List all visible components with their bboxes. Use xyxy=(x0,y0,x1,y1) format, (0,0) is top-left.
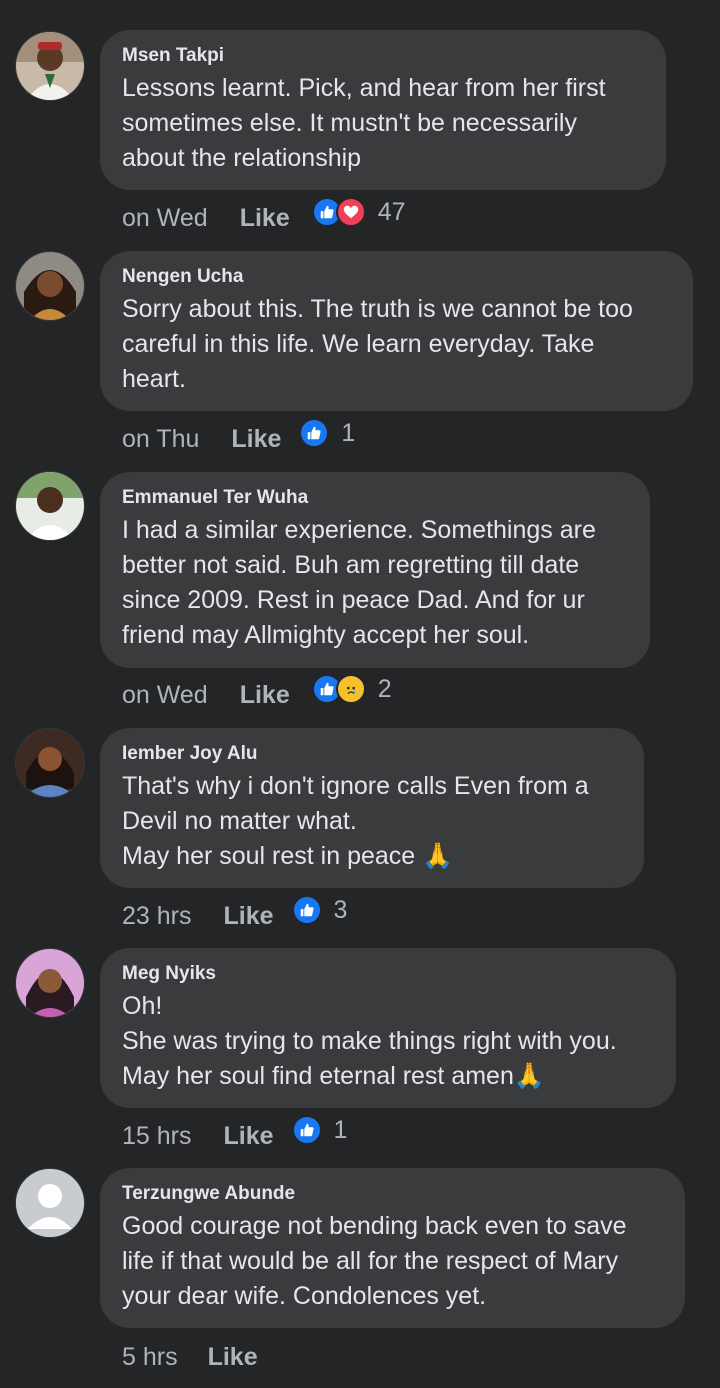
sad-reaction-icon xyxy=(335,674,366,704)
reaction-count: 2 xyxy=(377,674,392,703)
comment-bubble: Terzungwe Abunde Good courage not bendin… xyxy=(100,1168,685,1328)
reactions[interactable]: 1 xyxy=(291,1115,348,1145)
comment-actions: 15 hrs Like 1 xyxy=(122,1115,348,1156)
like-button[interactable]: Like xyxy=(208,1343,258,1372)
comment-text: Lessons learnt. Pick, and hear from her … xyxy=(122,74,606,172)
comment-bubble: Nengen Ucha Sorry about this. The truth … xyxy=(100,251,693,411)
comment-time[interactable]: 15 hrs xyxy=(122,1122,191,1151)
comment-time[interactable]: 5 hrs xyxy=(122,1343,178,1372)
avatar-photo xyxy=(16,32,84,100)
reactions[interactable]: 47 xyxy=(311,197,406,227)
comment-author[interactable]: Msen Takpi xyxy=(122,44,644,68)
reaction-count: 1 xyxy=(333,1115,348,1144)
comment-bubble: Emmanuel Ter Wuha I had a similar experi… xyxy=(100,472,650,668)
comment-text: I had a similar experience. Somethings a… xyxy=(122,516,596,649)
comment-author[interactable]: Nengen Ucha xyxy=(122,265,671,289)
like-button[interactable]: Like xyxy=(231,425,281,454)
avatar[interactable] xyxy=(16,729,84,797)
comment-time[interactable]: on Thu xyxy=(122,425,199,454)
comment-bubble: Iember Joy Alu That's why i don't ignore… xyxy=(100,728,644,888)
like-button[interactable]: Like xyxy=(223,902,273,931)
comment-time[interactable]: on Wed xyxy=(122,204,208,233)
like-reaction-icon xyxy=(291,1115,322,1145)
like-reaction-icon xyxy=(299,418,330,448)
like-button[interactable]: Like xyxy=(223,1122,273,1151)
avatar-photo xyxy=(16,472,84,540)
comment-actions: on Thu Like 1 xyxy=(122,418,355,459)
reactions[interactable]: 2 xyxy=(311,674,392,704)
reactions[interactable]: 3 xyxy=(291,895,348,925)
like-button[interactable]: Like xyxy=(240,204,290,233)
avatar[interactable] xyxy=(16,252,84,320)
comment-text: Oh! She was trying to make things right … xyxy=(122,992,617,1090)
default-avatar-icon xyxy=(16,1169,84,1237)
comment-text: Good courage not bending back even to sa… xyxy=(122,1212,627,1310)
comment-actions: on Wed Like 47 xyxy=(122,197,406,238)
comment-text: That's why i don't ignore calls Even fro… xyxy=(122,772,589,870)
love-reaction-icon xyxy=(335,197,366,227)
like-reaction-icon xyxy=(291,895,322,925)
avatar[interactable] xyxy=(16,949,84,1017)
avatar[interactable] xyxy=(16,472,84,540)
comment-author[interactable]: Iember Joy Alu xyxy=(122,742,622,766)
comment-author[interactable]: Emmanuel Ter Wuha xyxy=(122,486,628,510)
comment-author[interactable]: Meg Nyiks xyxy=(122,962,654,986)
comment-time[interactable]: on Wed xyxy=(122,681,208,710)
comment-actions: 5 hrs Like xyxy=(122,1337,258,1377)
comment-bubble: Msen Takpi Lessons learnt. Pick, and hea… xyxy=(100,30,666,190)
avatar-photo xyxy=(16,729,84,797)
avatar[interactable] xyxy=(16,1169,84,1237)
avatar-photo xyxy=(16,949,84,1017)
reaction-count: 47 xyxy=(377,197,406,226)
reaction-count: 1 xyxy=(341,418,356,447)
comment-author[interactable]: Terzungwe Abunde xyxy=(122,1182,663,1206)
comment-actions: on Wed Like 2 xyxy=(122,674,392,715)
avatar[interactable] xyxy=(16,32,84,100)
comment-bubble: Meg Nyiks Oh! She was trying to make thi… xyxy=(100,948,676,1108)
comment-time[interactable]: 23 hrs xyxy=(122,902,191,931)
like-button[interactable]: Like xyxy=(240,681,290,710)
comment-text: Sorry about this. The truth is we cannot… xyxy=(122,295,633,393)
avatar-photo xyxy=(16,252,84,320)
comment-actions: 23 hrs Like 3 xyxy=(122,895,348,936)
reaction-count: 3 xyxy=(333,895,348,924)
reactions[interactable]: 1 xyxy=(299,418,355,448)
